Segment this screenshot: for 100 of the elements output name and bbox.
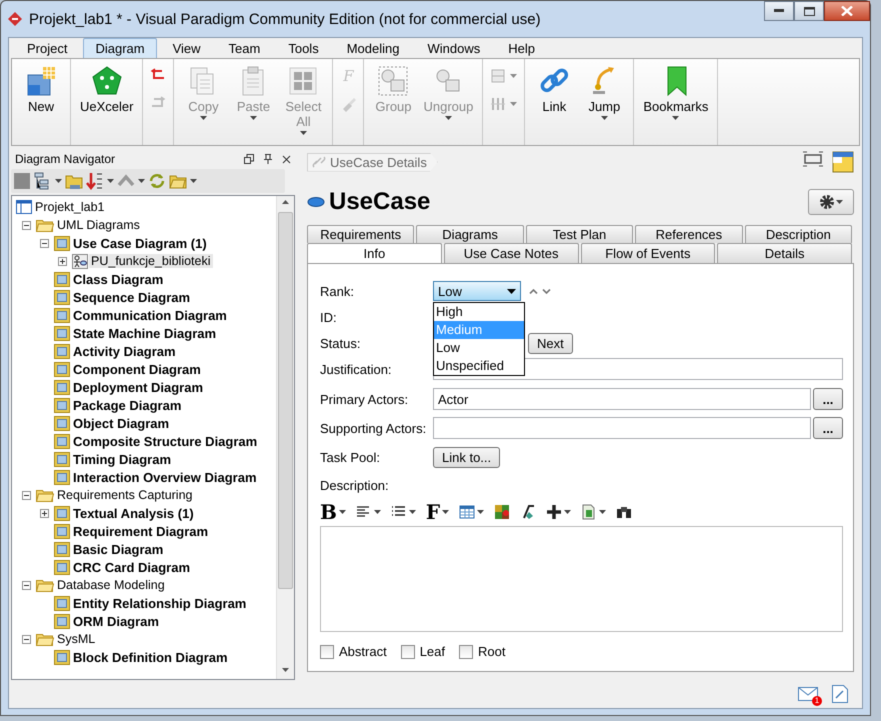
tab[interactable]: Test Plan (526, 225, 634, 243)
tab[interactable]: Description (744, 225, 852, 243)
tree-item[interactable]: State Machine Diagram (71, 326, 218, 340)
tab[interactable]: Requirements (307, 225, 414, 243)
menu-tab[interactable]: View (160, 38, 213, 59)
caret-icon (442, 510, 450, 514)
checkbox[interactable] (320, 644, 334, 658)
tab[interactable]: Info (307, 243, 442, 263)
collapse-toggle[interactable] (22, 634, 31, 644)
expand-toggle[interactable] (40, 508, 49, 518)
font-button[interactable]: F (426, 502, 450, 522)
tree-item[interactable]: Timing Diagram (71, 452, 174, 466)
dropdown-option[interactable]: Low (434, 339, 524, 357)
close-icon[interactable] (282, 154, 291, 164)
dropdown-option[interactable]: High (434, 303, 524, 321)
caret-icon (477, 510, 484, 514)
sort-icon[interactable] (86, 172, 104, 190)
tree-item[interactable]: CRC Card Diagram (71, 560, 192, 574)
tree-item[interactable]: Entity Relationship Diagram (71, 596, 248, 610)
binoculars-button[interactable] (616, 504, 632, 520)
tree-item[interactable]: Requirement Diagram (71, 524, 210, 538)
field-label: Justification: (320, 362, 393, 376)
tree-item[interactable]: Sequence Diagram (71, 290, 192, 304)
mail-icon[interactable] (798, 687, 818, 701)
bold-button[interactable]: B (320, 502, 346, 522)
collapse-toggle[interactable] (40, 238, 49, 248)
menu-tab[interactable]: Diagram (83, 38, 157, 59)
tree-item[interactable]: Block Definition Diagram (71, 650, 230, 664)
tree-item[interactable]: UML Diagrams (55, 218, 142, 232)
scroll-down-icon[interactable] (281, 667, 290, 673)
plus-icon (546, 504, 562, 520)
bookmarks-button[interactable]: Bookmarks (640, 63, 712, 122)
maximize-button[interactable] (794, 1, 824, 21)
tree-item[interactable]: Activity Diagram (71, 344, 178, 358)
tree-item[interactable]: Composite Structure Diagram (71, 434, 260, 448)
table-button[interactable] (459, 504, 484, 520)
uexceler-button[interactable]: UeXceler (77, 63, 136, 116)
tree-item[interactable]: Basic Diagram (71, 542, 166, 556)
collapse-toggle[interactable] (22, 220, 31, 230)
tree-item[interactable]: Communication Diagram (71, 308, 229, 322)
tree-item[interactable]: Package Diagram (71, 398, 184, 412)
pin-icon[interactable] (264, 154, 272, 164)
tree-item[interactable]: Object Diagram (71, 416, 172, 430)
plus-button[interactable] (546, 504, 572, 520)
clipboard-button[interactable] (581, 504, 606, 520)
close-button[interactable] (824, 1, 870, 21)
distribute-icon (490, 96, 506, 112)
checkbox[interactable] (400, 644, 415, 658)
link-button[interactable]: Link (531, 63, 578, 116)
supporting-actors-field[interactable] (433, 417, 811, 439)
clear-format-button[interactable] (520, 504, 536, 520)
checkbox[interactable] (459, 644, 473, 658)
tab[interactable]: Details (717, 243, 852, 263)
color-button[interactable] (494, 504, 510, 520)
scrollbar[interactable] (276, 196, 294, 679)
tree-item[interactable]: Class Diagram (71, 272, 166, 286)
folder-icon (36, 218, 54, 232)
menu-tab[interactable]: Tools (276, 38, 331, 59)
menu-tab[interactable]: Team (216, 38, 272, 59)
browse-button[interactable]: ... (813, 417, 843, 439)
expand-toggle[interactable] (58, 256, 67, 266)
field-label: Task Pool: (320, 450, 381, 464)
tree-item[interactable]: ORM Diagram (71, 614, 161, 628)
tab[interactable]: Flow of Events (580, 243, 716, 263)
menu-tab[interactable]: Project (15, 38, 80, 59)
next-button[interactable]: Next (528, 332, 573, 354)
tab[interactable]: Use Case Notes (444, 243, 578, 263)
breadcrumb[interactable]: UseCase Details (307, 152, 438, 172)
link-to-button[interactable]: Link to... (433, 446, 500, 468)
note-icon[interactable] (832, 685, 848, 703)
tree-item[interactable]: Requirements Capturing (55, 488, 194, 502)
restore-icon[interactable] (244, 154, 254, 164)
window-layout-icon[interactable] (832, 151, 854, 173)
dropdown-option[interactable]: Unspecified (434, 357, 524, 375)
binoculars-icon (616, 504, 632, 520)
menu-tab[interactable]: Help (496, 38, 547, 59)
tree-item[interactable]: SysML (55, 632, 98, 646)
tree-item[interactable]: Component Diagram (71, 362, 203, 376)
jump-button[interactable]: Jump (581, 63, 628, 122)
menu-tab[interactable]: Modeling (334, 38, 412, 59)
settings-button[interactable] (808, 189, 854, 215)
minimize-button[interactable] (764, 1, 794, 21)
rank-dropdown[interactable]: Low (433, 281, 521, 301)
tree-item[interactable]: Projekt_lab1 (33, 200, 106, 214)
tree-item[interactable]: Use Case Diagram (1) (71, 236, 209, 250)
tree-item[interactable]: Deployment Diagram (71, 380, 206, 394)
tree-item[interactable]: PU_funkcje_biblioteki (89, 254, 213, 268)
collapse-toggle[interactable] (22, 490, 31, 500)
tab[interactable]: Diagrams (416, 225, 524, 243)
menu-tab[interactable]: Windows (415, 38, 492, 59)
field-label: ID: (320, 310, 338, 324)
tab[interactable]: References (635, 225, 743, 243)
tree-item[interactable]: Database Modeling (55, 578, 167, 592)
tree-item[interactable]: Textual Analysis (1) (71, 506, 196, 520)
new-button[interactable]: New (18, 63, 64, 116)
tree-item[interactable]: Interaction Overview Diagram (71, 470, 259, 484)
fit-icon[interactable] (802, 151, 824, 167)
collapse-toggle[interactable] (22, 580, 31, 590)
browse-button[interactable]: ... (813, 388, 843, 410)
primary-actors-field[interactable]: Actor (433, 388, 811, 410)
